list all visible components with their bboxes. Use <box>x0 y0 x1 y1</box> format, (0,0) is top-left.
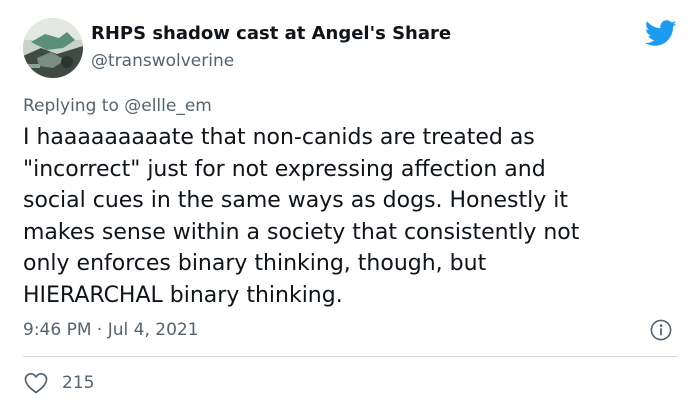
tweet-timestamp[interactable]: 9:46 PM · Jul 4, 2021 <box>23 320 199 340</box>
avatar[interactable] <box>23 18 83 78</box>
avatar-image <box>23 18 83 78</box>
twitter-bird-icon[interactable] <box>645 20 677 47</box>
info-icon[interactable] <box>650 319 672 341</box>
like-button[interactable]: 215 <box>24 371 94 395</box>
user-handle[interactable]: @transwolverine <box>91 51 234 71</box>
tweet-text: I haaaaaaaaate that non-canids are treat… <box>23 125 580 308</box>
reply-mention-link[interactable]: @ellle_em <box>124 96 212 116</box>
replying-to-label: Replying to <box>23 96 125 116</box>
like-count: 215 <box>62 373 95 393</box>
replying-to: Replying to @ellle_em <box>23 96 212 116</box>
tweet-card: RHPS shadow cast at Angel's Share @trans… <box>0 0 700 411</box>
display-name[interactable]: RHPS shadow cast at Angel's Share <box>91 23 451 44</box>
divider <box>23 356 678 357</box>
heart-icon[interactable] <box>24 372 48 394</box>
